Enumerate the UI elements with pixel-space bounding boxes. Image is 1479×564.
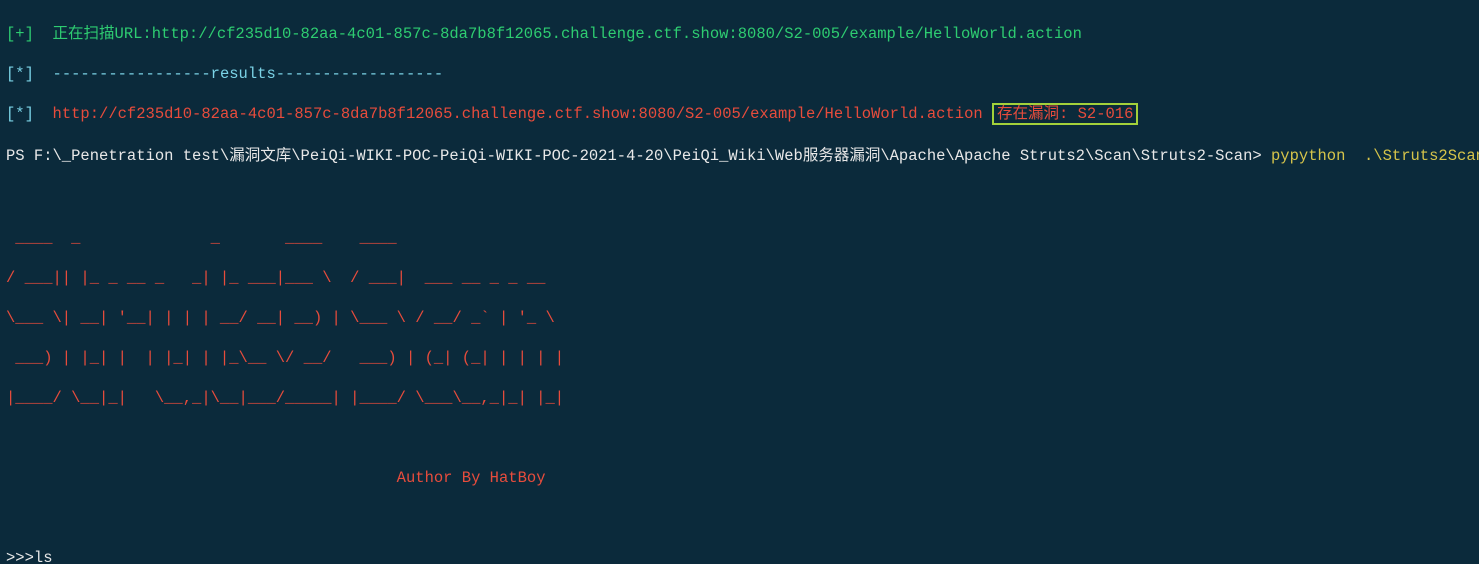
prefix-star-2: [*]	[6, 105, 53, 123]
banner-line-1: ____ _ _ ____ ____	[6, 228, 1473, 248]
vuln-url: http://cf235d10-82aa-4c01-857c-8da7b8f12…	[53, 105, 983, 123]
cmd-base[interactable]: pypython .\Struts2Scan.py	[1271, 147, 1479, 165]
prefix-plus: [+]	[6, 25, 53, 43]
scan-line: [+] 正在扫描URL:http://cf235d10-82aa-4c01-85…	[6, 24, 1473, 44]
blank-2	[6, 428, 1473, 448]
blank-1	[6, 188, 1473, 208]
ps-prompt-line: PS F:\_Penetration test\漏洞文库\PeiQi-WIKI-…	[6, 144, 1473, 168]
shell-prompt[interactable]: >>>ls	[6, 548, 1473, 564]
vuln-result-highlight: 存在漏洞: S2-016	[992, 103, 1138, 125]
banner-line-4: ___) | |_| | | |_| | |_\__ \/ __/ ___) |…	[6, 348, 1473, 368]
shell-cmd[interactable]: ls	[34, 549, 53, 564]
vuln-line: [*] http://cf235d10-82aa-4c01-857c-8da7b…	[6, 104, 1473, 124]
results-dashes: -----------------results----------------…	[53, 65, 444, 83]
shell-prefix: >>>	[6, 549, 34, 564]
spacer	[983, 105, 992, 123]
results-header: [*] -----------------results------------…	[6, 64, 1473, 84]
terminal-output[interactable]: [+] 正在扫描URL:http://cf235d10-82aa-4c01-85…	[0, 0, 1479, 564]
banner-line-2: / ___|| |_ _ __ _ _| |_ ___|___ \ / ___|…	[6, 268, 1473, 288]
ps-path: PS F:\_Penetration test\漏洞文库\PeiQi-WIKI-…	[6, 147, 1271, 165]
banner-line-5: |____/ \__|_| \__,_|\__|___/_____| |____…	[6, 388, 1473, 408]
banner-line-3: \___ \| __| '__| | | | __/ __| __) | \__…	[6, 308, 1473, 328]
prefix-star-1: [*]	[6, 65, 53, 83]
blank-3	[6, 508, 1473, 528]
banner-author: Author By HatBoy	[6, 468, 1473, 488]
author-text: Author By HatBoy	[397, 469, 546, 487]
scan-url-text: 正在扫描URL:http://cf235d10-82aa-4c01-857c-8…	[53, 25, 1082, 43]
